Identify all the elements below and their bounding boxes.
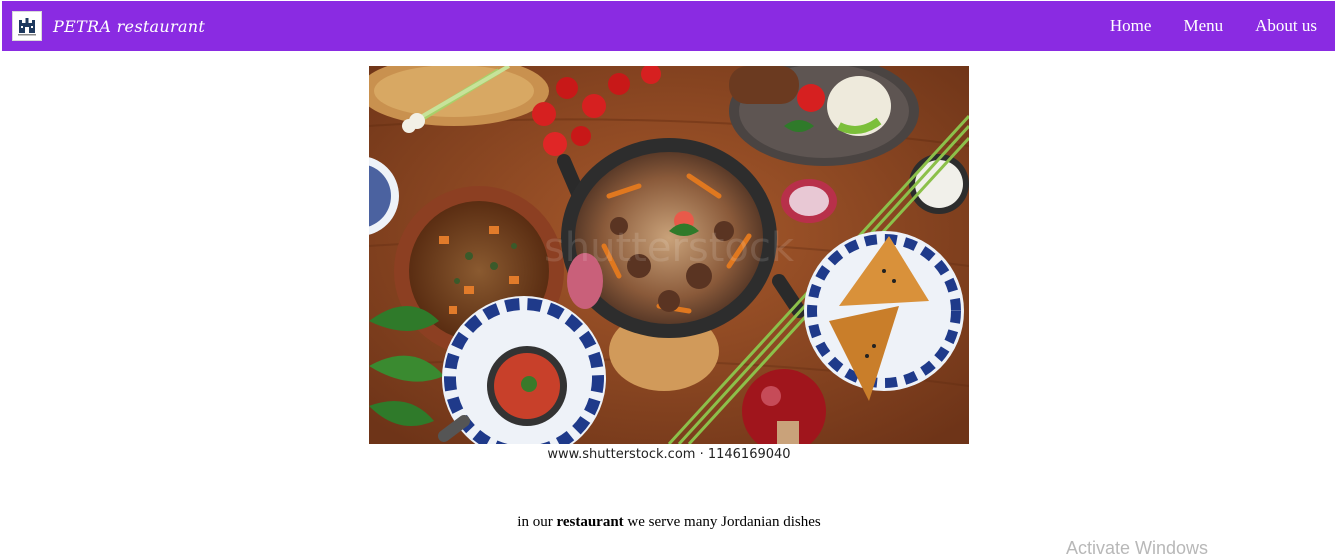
image-caption: www.shutterstock.com · 1146169040 (369, 444, 969, 466)
nav-links: Home Menu About us (1078, 1, 1317, 51)
hero-image: shutterstock (369, 66, 969, 444)
nav-about-link[interactable]: About us (1255, 16, 1317, 36)
nav-menu-link[interactable]: Menu (1183, 16, 1223, 36)
intro-suffix: we serve many Jordanian dishes (627, 514, 821, 530)
brand-link[interactable]: PETRA restaurant (12, 11, 205, 41)
activate-windows-watermark: Activate Windows (1066, 538, 1209, 558)
top-navbar: PETRA restaurant Home Menu About us (2, 1, 1335, 51)
svg-text:shutterstock: shutterstock (544, 225, 795, 271)
intro-text: in our restaurant we serve many Jordania… (0, 514, 1338, 531)
intro-prefix: in our (517, 514, 553, 530)
castle-icon (12, 11, 42, 41)
nav-home-link[interactable]: Home (1110, 16, 1152, 36)
brand-name: PETRA restaurant (53, 16, 206, 36)
intro-emphasis: restaurant (556, 514, 624, 530)
